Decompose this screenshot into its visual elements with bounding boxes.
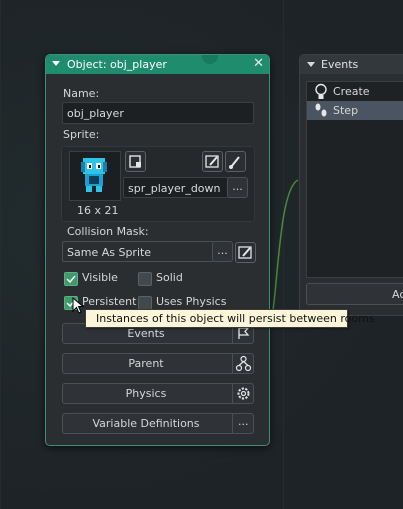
solid-label: Solid <box>156 271 183 284</box>
sprite-preview[interactable] <box>69 151 121 201</box>
persistent-tooltip: Instances of this object will persist be… <box>85 309 375 328</box>
edit-collision-mask-button[interactable] <box>235 242 256 263</box>
physics-button[interactable]: Physics <box>62 383 254 404</box>
ellipsis-icon: ... <box>217 244 228 257</box>
parent-button-label: Parent <box>128 357 164 370</box>
sprite-size: 16 x 21 <box>77 204 119 217</box>
collision-mask-value: Same As Sprite <box>67 246 152 259</box>
collapse-arrow-icon[interactable] <box>307 62 315 67</box>
event-item-create[interactable]: Create <box>307 82 403 101</box>
new-sprite-icon <box>129 155 141 168</box>
gear-icon <box>237 387 250 400</box>
visible-checkbox[interactable] <box>64 272 78 286</box>
solid-checkbox[interactable] <box>138 272 152 286</box>
persistent-label: Persistent <box>82 295 137 308</box>
panel-body: Name: obj_player Sprite: 16 x 21 spr_pla… <box>47 74 268 444</box>
event-item-step[interactable]: Step <box>307 101 403 120</box>
collapse-arrow-icon[interactable] <box>52 61 60 66</box>
uses-physics-checkbox[interactable] <box>138 296 152 310</box>
collision-mask-label: Collision Mask: <box>67 225 149 238</box>
close-icon[interactable]: ✕ <box>253 56 264 71</box>
visible-label: Visible <box>82 271 118 284</box>
panel-title: Object: obj_player <box>67 58 167 71</box>
edit-icon <box>205 155 219 168</box>
player-sprite-icon <box>81 158 107 192</box>
variable-definitions-button[interactable]: Variable Definitions ... <box>62 413 254 434</box>
variable-definitions-label: Variable Definitions <box>92 417 200 430</box>
ellipsis-icon: ... <box>232 180 243 193</box>
workspace-grid-line <box>0 0 1 509</box>
tooltip-text: Instances of this object will persist be… <box>96 312 375 325</box>
uses-physics-label: Uses Physics <box>156 295 227 308</box>
name-label: Name: <box>63 87 100 100</box>
collision-mask-browse-button[interactable]: ... <box>212 241 233 262</box>
sprite-select[interactable]: spr_player_down <box>123 177 229 198</box>
event-label: Step <box>333 104 359 117</box>
add-event-label: Ac <box>392 288 403 301</box>
name-field[interactable]: obj_player <box>62 102 254 124</box>
sprite-label: Sprite: <box>63 128 100 141</box>
physics-button-label: Physics <box>125 387 167 400</box>
edit-sprite-button[interactable] <box>202 151 223 172</box>
variable-definitions-icon-slot: ... <box>232 414 254 433</box>
panel-header[interactable]: Object: obj_player ✕ <box>46 55 269 74</box>
add-event-button[interactable]: Ac <box>306 283 403 305</box>
checkmark-icon <box>66 275 76 284</box>
dock-handle[interactable] <box>202 55 218 64</box>
edit-icon <box>238 246 252 259</box>
physics-icon-slot <box>232 384 254 403</box>
ellipsis-icon: ... <box>238 415 249 428</box>
lightbulb-icon <box>315 83 327 99</box>
mouse-cursor-icon <box>72 297 84 314</box>
events-button-label: Events <box>127 327 165 340</box>
new-sprite-button[interactable] <box>125 151 146 172</box>
sprite-value: spr_player_down <box>128 182 221 195</box>
object-editor-panel: Object: obj_player ✕ Name: obj_player Sp… <box>45 54 270 446</box>
footsteps-icon <box>315 103 327 117</box>
events-title: Events <box>321 58 359 71</box>
sprite-browse-button[interactable]: ... <box>227 177 248 198</box>
events-panel: Events Create Step Ac <box>299 54 403 316</box>
event-label: Create <box>333 85 370 98</box>
connection-wire <box>268 179 299 326</box>
collision-mask-select[interactable]: Same As Sprite <box>62 241 214 262</box>
name-value: obj_player <box>67 107 124 120</box>
parent-button[interactable]: Parent <box>62 353 254 374</box>
hierarchy-icon <box>235 355 252 372</box>
events-header[interactable]: Events <box>300 55 403 74</box>
brush-icon <box>229 156 240 169</box>
events-list: Create Step <box>306 81 403 278</box>
parent-icon-slot <box>232 354 254 373</box>
sprite-editor-button[interactable] <box>225 151 246 172</box>
